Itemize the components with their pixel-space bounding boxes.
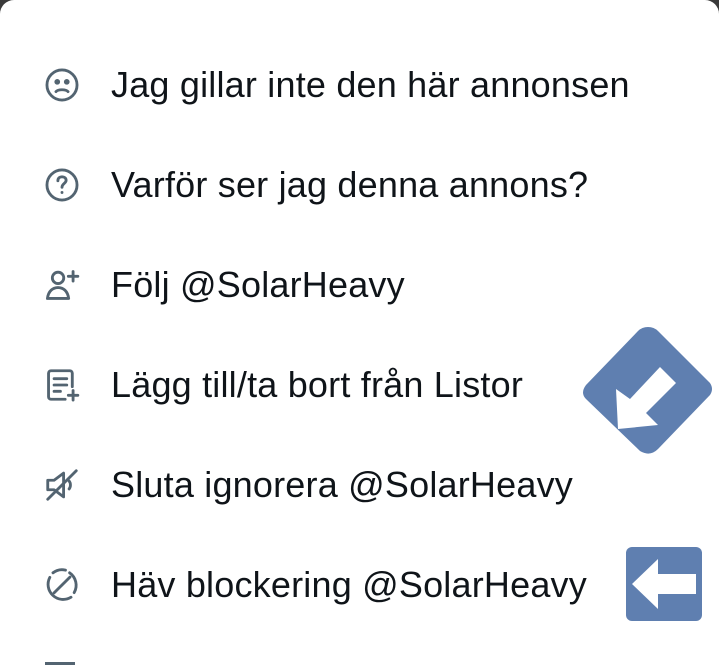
- menu-item-label: Följ @SolarHeavy: [111, 264, 405, 305]
- menu-item-label: Jag gillar inte den här annonsen: [111, 64, 630, 105]
- menu-item-follow[interactable]: Följ @SolarHeavy: [0, 235, 719, 335]
- list-add-icon: [42, 365, 82, 405]
- menu-item-label: Sluta ignorera @SolarHeavy: [111, 464, 573, 505]
- question-circle-icon: [42, 165, 82, 205]
- menu-item-label: Lägg till/ta bort från Listor: [111, 364, 524, 405]
- left-arrow-icon: [624, 545, 704, 623]
- action-sheet: Jag gillar inte den här annonsen Varför …: [0, 0, 719, 668]
- next-item-icon-partial: [45, 662, 75, 671]
- menu-item-dislike-ad[interactable]: Jag gillar inte den här annonsen: [0, 35, 719, 135]
- menu-item-label: Varför ser jag denna annons?: [111, 164, 589, 205]
- frown-face-icon: [42, 65, 82, 105]
- sheet-corner-left: [0, 0, 28, 28]
- menu-item-label: Häv blockering @SolarHeavy: [111, 564, 587, 605]
- menu-item-unblock[interactable]: Häv blockering @SolarHeavy: [0, 535, 719, 635]
- sheet-corner-right: [691, 0, 719, 28]
- menu-item-why-this-ad[interactable]: Varför ser jag denna annons?: [0, 135, 719, 235]
- unmute-speaker-icon: [42, 465, 82, 505]
- follow-user-icon: [42, 265, 82, 305]
- down-left-arrow-icon: [578, 323, 718, 463]
- unblock-icon: [42, 565, 82, 605]
